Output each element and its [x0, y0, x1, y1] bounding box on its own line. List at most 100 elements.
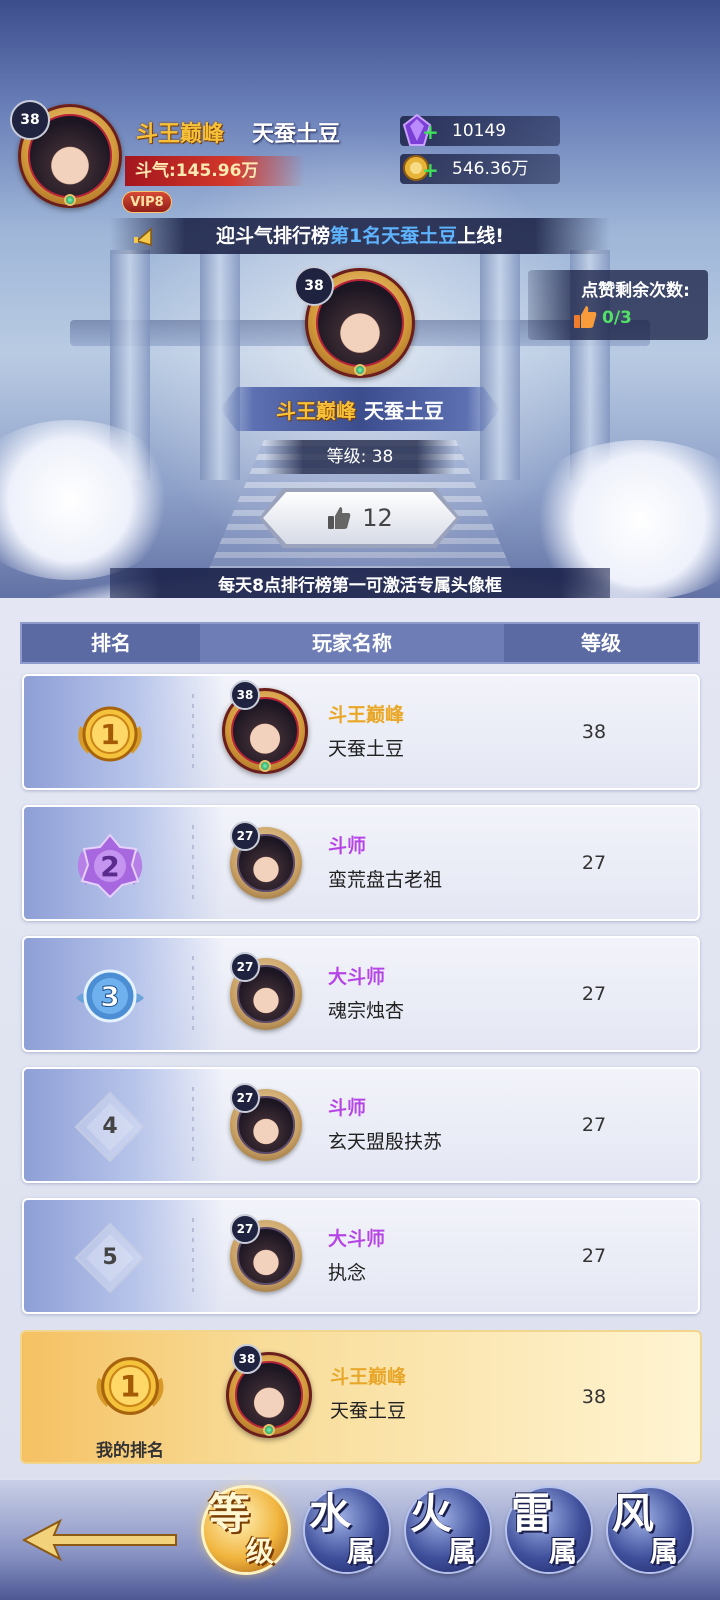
- table-row[interactable]: 4 27 斗师 玄天盟殷扶苏 27: [22, 1067, 700, 1183]
- top-player-title: 斗王巅峰: [276, 398, 356, 423]
- like-button[interactable]: 12: [263, 492, 456, 544]
- row-level: 27: [581, 1245, 607, 1267]
- row-level: 27: [581, 983, 607, 1005]
- row-title: 斗师: [328, 835, 367, 857]
- row-avatar-level: 27: [230, 821, 260, 851]
- tab-small-char: 级: [246, 1535, 275, 1568]
- pillar: [480, 250, 520, 480]
- row-level: 27: [581, 1114, 607, 1136]
- row-avatar-level: 38: [230, 680, 260, 710]
- medal-number: 3: [100, 980, 119, 1013]
- tab-big-char: 水: [309, 1489, 352, 1538]
- my-rank-label: 我的排名: [96, 1441, 164, 1461]
- tab-big-char: 等: [208, 1489, 251, 1538]
- top-player-level-badge: 38: [294, 266, 334, 306]
- table-row[interactable]: 5 27 大斗师 执念 27: [22, 1198, 700, 1314]
- tab-small-char: 属: [448, 1535, 477, 1568]
- table-header: 排名 玩家名称 等级: [20, 622, 700, 664]
- thumbs-up-icon: [574, 306, 597, 328]
- player-title: 斗王巅峰: [136, 122, 225, 147]
- table-row[interactable]: 3 27 大斗师 魂宗烛杏 27: [22, 936, 700, 1052]
- row-level: 27: [581, 852, 607, 874]
- table-row[interactable]: 1 38 斗王巅峰 天蚕土豆 38: [22, 674, 700, 790]
- tab-wind[interactable]: 风 属: [608, 1488, 692, 1572]
- plus-icon[interactable]: +: [422, 160, 439, 180]
- top-player-name: 天蚕土豆: [364, 398, 444, 423]
- medal-purple-icon: 2: [77, 833, 143, 899]
- row-name: 魂宗烛杏: [328, 1000, 405, 1022]
- back-arrow-icon[interactable]: [20, 1515, 180, 1565]
- medal-number: 1: [100, 718, 119, 751]
- gem-amount: 10149: [452, 121, 507, 141]
- tab-small-char: 属: [650, 1535, 679, 1568]
- row-title: 大斗师: [328, 1228, 386, 1250]
- pillar: [200, 250, 240, 480]
- row-avatar-level: 27: [230, 952, 260, 982]
- tab-big-char: 风: [612, 1489, 655, 1538]
- row-divider: [192, 1087, 194, 1165]
- vip-badge[interactable]: VIP8: [122, 191, 172, 213]
- my-rank-row[interactable]: 1 我的排名 38 斗王巅峰 天蚕土豆 38: [20, 1330, 702, 1464]
- tab-fire[interactable]: 火 属: [406, 1488, 490, 1572]
- blossom-tree: [0, 420, 180, 580]
- frame-gem: [263, 1424, 275, 1437]
- top-player-nameplate: 斗王巅峰 天蚕土豆: [220, 387, 500, 431]
- tab-big-char: 火: [410, 1489, 453, 1538]
- medal-blue-icon: 3: [76, 969, 144, 1023]
- gold-balance: + 546.36万: [400, 154, 560, 184]
- my-avatar-level: 38: [232, 1344, 262, 1374]
- row-avatar-level: 27: [230, 1214, 260, 1244]
- frame-gem: [64, 193, 76, 206]
- row-title: 斗师: [328, 1097, 367, 1119]
- header-level: 等级: [581, 631, 621, 655]
- plus-icon[interactable]: +: [422, 122, 439, 142]
- row-name: 玄天盟殷扶苏: [328, 1131, 443, 1153]
- likes-remaining-label: 点赞剩余次数:: [581, 281, 690, 301]
- row-name: 蛮荒盘古老祖: [328, 869, 443, 891]
- row-name: 天蚕土豆: [328, 738, 405, 760]
- player-level-badge: 38: [10, 100, 50, 140]
- tab-level[interactable]: 等 级: [204, 1488, 288, 1572]
- announcement-prefix: 迎斗气排行榜: [216, 225, 331, 247]
- my-title: 斗王巅峰: [330, 1366, 407, 1388]
- table-row[interactable]: 2 27 斗师 蛮荒盘古老祖 27: [22, 805, 700, 921]
- rank-number: 4: [102, 1114, 118, 1139]
- row-divider: [192, 1218, 194, 1296]
- top-player-level: 等级: 38: [265, 440, 455, 474]
- like-count: 12: [362, 504, 393, 532]
- tab-big-char: 雷: [511, 1489, 554, 1538]
- medal-number: 1: [120, 1370, 141, 1404]
- rank-number: 5: [102, 1245, 118, 1270]
- tab-water[interactable]: 水 属: [305, 1488, 389, 1572]
- announcement-highlight: 第1名天蚕土豆: [330, 225, 458, 247]
- announcement-suffix: 上线!: [457, 225, 504, 247]
- medal-gold-icon: 1: [96, 1357, 164, 1415]
- likes-remaining-panel: 点赞剩余次数: 0/3: [528, 270, 708, 340]
- frame-gem: [354, 363, 366, 376]
- row-divider: [192, 694, 194, 772]
- likes-remaining-value: 0/3: [602, 308, 632, 328]
- gold-amount: 546.36万: [452, 159, 529, 179]
- row-divider: [192, 956, 194, 1034]
- my-name: 天蚕土豆: [330, 1400, 407, 1422]
- row-title: 斗王巅峰: [328, 704, 405, 726]
- header-rank: 排名: [91, 631, 131, 655]
- header-player-name: 玩家名称: [312, 631, 392, 655]
- row-divider: [192, 825, 194, 903]
- power-display: 斗气:145.96万: [125, 156, 305, 186]
- bell-icon: [134, 227, 152, 246]
- thumbs-up-icon: [328, 507, 351, 529]
- row-avatar-level: 27: [230, 1083, 260, 1113]
- announcement-banner: 迎斗气排行榜第1名天蚕土豆上线!: [110, 218, 610, 254]
- tab-small-char: 属: [347, 1535, 376, 1568]
- row-title: 大斗师: [328, 966, 386, 988]
- player-name: 天蚕土豆: [252, 122, 341, 147]
- tab-small-char: 属: [549, 1535, 578, 1568]
- tab-thunder[interactable]: 雷 属: [507, 1488, 591, 1572]
- row-name: 执念: [328, 1262, 367, 1284]
- medal-number: 2: [100, 850, 119, 883]
- gem-balance: + 10149: [400, 113, 560, 146]
- medal-gold-icon: 1: [78, 706, 142, 762]
- row-level: 38: [581, 721, 607, 743]
- my-level: 38: [581, 1386, 607, 1408]
